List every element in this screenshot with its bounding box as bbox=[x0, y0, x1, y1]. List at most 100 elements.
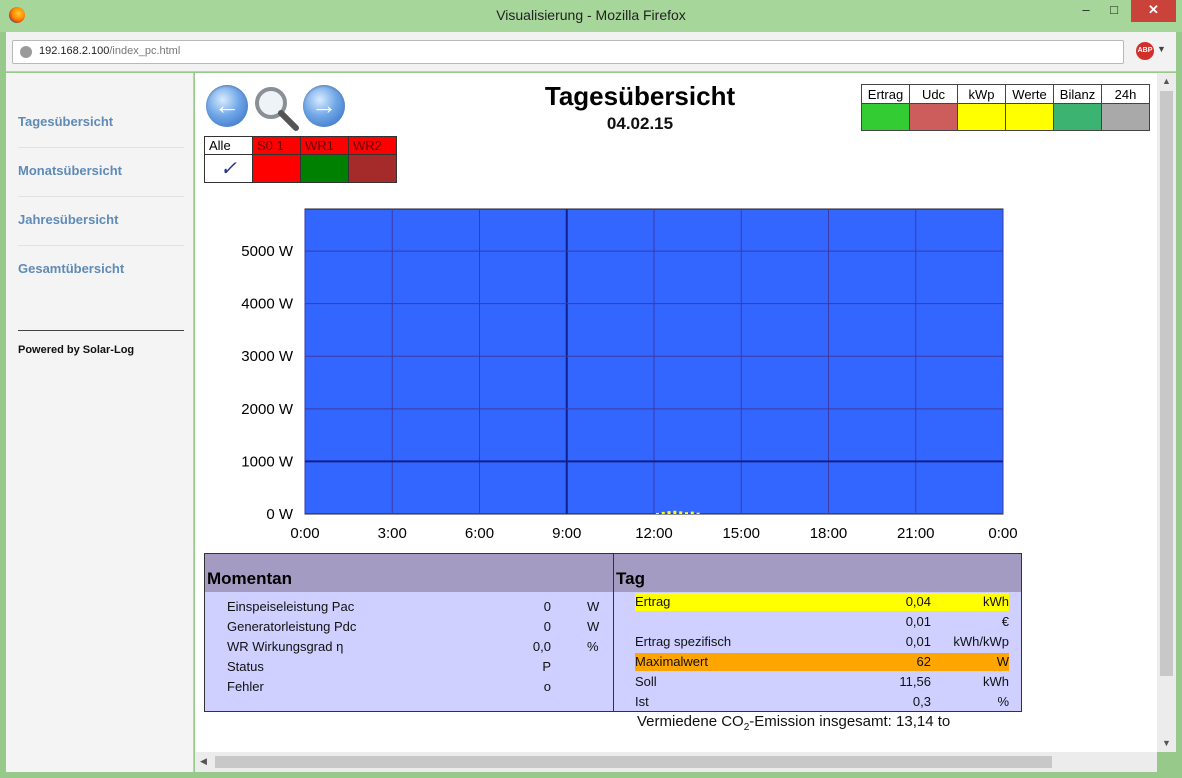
selector-label-s01[interactable]: S0 1 bbox=[252, 136, 301, 155]
data-point bbox=[690, 511, 694, 514]
momentan-row-value: o bbox=[543, 679, 551, 694]
tag-row-value: 11,56 bbox=[899, 674, 931, 689]
tag-row-label: Ertrag bbox=[635, 594, 671, 609]
tag-row-value: 0,01 bbox=[905, 634, 931, 649]
legend-swatch-kwp[interactable] bbox=[957, 103, 1006, 131]
powered-by-label: Powered by Solar-Log bbox=[18, 344, 135, 356]
tag-row-label: Soll bbox=[635, 674, 657, 689]
y-tick-label: 1000 W bbox=[241, 453, 294, 470]
x-tick-label: 12:00 bbox=[635, 525, 673, 542]
sidebar-item-tagesuebersicht[interactable]: Tagesübersicht bbox=[18, 114, 113, 129]
momentan-row-value: 0 bbox=[543, 619, 551, 634]
minimize-button[interactable]: – bbox=[1073, 0, 1099, 22]
scroll-left-icon[interactable]: ◀ bbox=[200, 756, 207, 767]
selector-swatch-s01[interactable] bbox=[252, 154, 301, 183]
selector-label-alle[interactable]: Alle bbox=[204, 136, 253, 155]
scroll-down-icon[interactable]: ▼ bbox=[1162, 738, 1171, 748]
vertical-scrollbar[interactable]: ▲ ▼ bbox=[1157, 73, 1176, 752]
selector-swatch-wr1[interactable] bbox=[300, 154, 349, 183]
browser-navbar: 192.168.2.100/index_pc.html ABP ▼ bbox=[6, 32, 1176, 72]
y-tick-label: 4000 W bbox=[241, 296, 294, 313]
momentan-row-value: P bbox=[542, 659, 551, 674]
momentan-row: WR Wirkungsgrad η 0,0% bbox=[205, 638, 613, 656]
sidebar-divider bbox=[18, 245, 184, 246]
sidebar-item-jahresuebersicht[interactable]: Jahresübersicht bbox=[18, 212, 118, 227]
tag-row-value: 62 bbox=[916, 654, 931, 669]
legend-label-24h[interactable]: 24h bbox=[1101, 84, 1150, 104]
legend-swatch-ertrag[interactable] bbox=[861, 103, 910, 131]
data-point bbox=[684, 512, 688, 514]
momentan-row: Status P bbox=[205, 658, 613, 676]
legend-swatch-udc[interactable] bbox=[909, 103, 958, 131]
horizontal-scrollbar[interactable]: ◀ bbox=[195, 752, 1157, 772]
selector-swatch-wr2[interactable] bbox=[348, 154, 397, 183]
sidebar-item-gesamtuebersicht[interactable]: Gesamtübersicht bbox=[18, 261, 124, 276]
tag-title: Tag bbox=[616, 569, 645, 588]
tag-row: Maximalwert 62 W bbox=[635, 653, 1009, 671]
vertical-scroll-thumb[interactable] bbox=[1160, 91, 1173, 676]
close-button[interactable]: ✕ bbox=[1131, 0, 1176, 22]
page-title: Tagesübersicht bbox=[544, 81, 736, 111]
momentan-row-label: Einspeiseleistung Pac bbox=[227, 599, 355, 614]
legend-label-ertrag[interactable]: Ertrag bbox=[861, 84, 910, 104]
x-tick-label: 15:00 bbox=[722, 525, 760, 542]
momentan-row-unit: W bbox=[587, 619, 600, 634]
url-path: /index_pc.html bbox=[109, 45, 181, 57]
tag-row-unit: kWh bbox=[983, 594, 1009, 609]
page-date: 04.02.15 bbox=[606, 114, 674, 133]
url-text[interactable]: 192.168.2.100/index_pc.html bbox=[39, 45, 180, 57]
chevron-down-icon[interactable]: ▼ bbox=[1157, 44, 1166, 54]
co2-prefix: Vermiedene CO bbox=[637, 713, 744, 730]
tag-row-label: Maximalwert bbox=[635, 654, 708, 669]
y-tick-label: 3000 W bbox=[241, 348, 294, 365]
device-selector: Alle S0 1 WR1 WR2 ✓ bbox=[204, 136, 397, 183]
tag-row-unit: € bbox=[1001, 614, 1009, 629]
tag-row: Soll 11,56 kWh bbox=[635, 673, 1009, 691]
data-point bbox=[673, 510, 677, 514]
tag-row-unit: W bbox=[996, 654, 1009, 669]
selector-swatch-alle[interactable]: ✓ bbox=[204, 154, 253, 183]
x-tick-label: 21:00 bbox=[897, 525, 935, 542]
momentan-row-label: Fehler bbox=[227, 679, 264, 694]
url-bar[interactable]: 192.168.2.100/index_pc.html bbox=[12, 40, 1124, 64]
next-day-arrow-icon[interactable]: → bbox=[303, 85, 345, 127]
co2-emission-text: Vermiedene CO2-Emission insgesamt: 13,14… bbox=[637, 713, 950, 733]
data-point bbox=[655, 512, 659, 514]
momentan-title: Momentan bbox=[207, 569, 292, 588]
tag-row-label: Ertrag spezifisch bbox=[635, 634, 732, 649]
co2-suffix: -Emission insgesamt: 13,14 to bbox=[749, 713, 951, 730]
momentan-row: Einspeiseleistung Pac 0 W bbox=[205, 598, 613, 616]
legend-swatch-bilanz[interactable] bbox=[1053, 103, 1102, 131]
selector-label-wr1[interactable]: WR1 bbox=[300, 136, 349, 155]
sidebar-divider bbox=[18, 147, 184, 148]
sidebar-item-monatsuebersicht[interactable]: Monatsübersicht bbox=[18, 163, 122, 178]
legend-label-werte[interactable]: Werte bbox=[1005, 84, 1054, 104]
legend-table: Ertrag Udc kWp Werte Bilanz 24h bbox=[861, 84, 1150, 131]
checkmark-icon: ✓ bbox=[220, 158, 237, 180]
legend-swatch-werte[interactable] bbox=[1005, 103, 1054, 131]
momentan-row: Fehler o bbox=[205, 678, 613, 696]
horizontal-scroll-thumb[interactable] bbox=[215, 756, 1052, 768]
tag-row: 0,01 € bbox=[635, 613, 1009, 631]
momentan-row-unit: W bbox=[587, 599, 600, 614]
legend-label-kwp[interactable]: kWp bbox=[957, 84, 1006, 104]
tag-row-value: 0,3 bbox=[912, 694, 931, 709]
legend-label-udc[interactable]: Udc bbox=[909, 84, 958, 104]
prev-day-arrow-icon[interactable]: ← bbox=[206, 85, 248, 127]
url-host: 192.168.2.100 bbox=[39, 45, 110, 57]
tag-row-unit: kWh bbox=[983, 674, 1009, 689]
adblock-icon[interactable]: ABP bbox=[1136, 42, 1154, 60]
y-tick-label: 0 W bbox=[266, 506, 294, 523]
data-point bbox=[661, 511, 665, 514]
selector-label-wr2[interactable]: WR2 bbox=[348, 136, 397, 155]
scroll-up-icon[interactable]: ▲ bbox=[1162, 76, 1171, 86]
tag-row: Ertrag 0,04 kWh bbox=[635, 593, 1009, 611]
y-tick-label: 2000 W bbox=[241, 401, 294, 418]
legend-label-bilanz[interactable]: Bilanz bbox=[1053, 84, 1102, 104]
magnifier-icon[interactable] bbox=[253, 85, 299, 131]
maximize-button[interactable]: □ bbox=[1101, 0, 1127, 22]
momentan-row-label: WR Wirkungsgrad η bbox=[227, 639, 344, 654]
data-point bbox=[667, 511, 671, 514]
legend-swatch-24h[interactable] bbox=[1101, 103, 1150, 131]
x-tick-label: 18:00 bbox=[810, 525, 848, 542]
